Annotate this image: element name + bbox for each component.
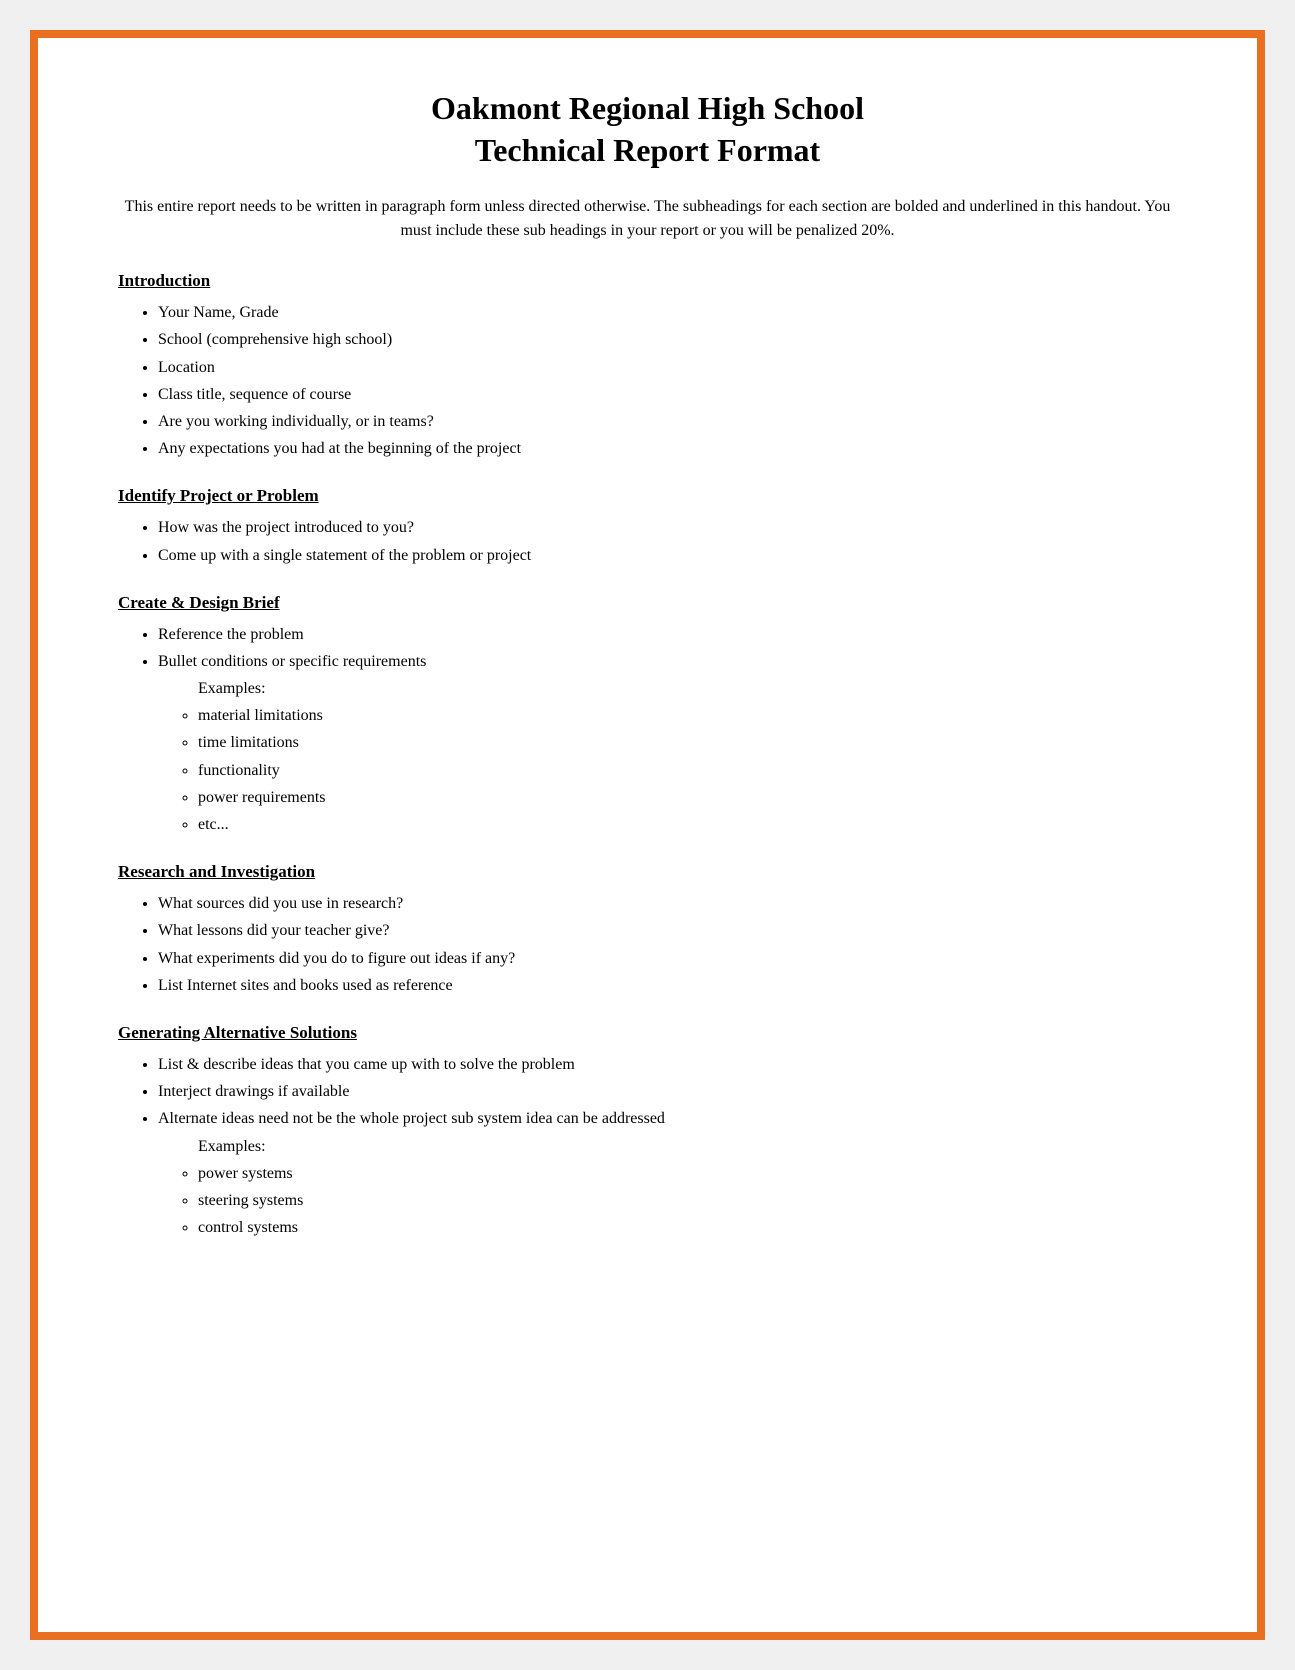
- introduction-list: Your Name, Grade School (comprehensive h…: [158, 299, 1177, 462]
- section-research: Research and Investigation What sources …: [118, 862, 1177, 999]
- list-item: Are you working individually, or in team…: [158, 408, 1177, 435]
- section-identify-project: Identify Project or Problem How was the …: [118, 486, 1177, 568]
- list-item: functionality: [198, 757, 1177, 784]
- section-introduction: Introduction Your Name, Grade School (co…: [118, 271, 1177, 462]
- section-design-brief: Create & Design Brief Reference the prob…: [118, 593, 1177, 839]
- list-item: material limitations: [198, 702, 1177, 729]
- examples-label-solutions: Examples:: [198, 1133, 1177, 1160]
- list-item: What sources did you use in research?: [158, 890, 1177, 917]
- list-item: What lessons did your teacher give?: [158, 917, 1177, 944]
- identify-list: How was the project introduced to you? C…: [158, 514, 1177, 568]
- list-item: Location: [158, 354, 1177, 381]
- section-generating-solutions: Generating Alternative Solutions List & …: [118, 1023, 1177, 1241]
- solutions-list: List & describe ideas that you came up w…: [158, 1051, 1177, 1241]
- page-border: Oakmont Regional High School Technical R…: [30, 30, 1265, 1640]
- list-item: School (comprehensive high school): [158, 326, 1177, 353]
- title-line1: Oakmont Regional High School: [431, 90, 864, 126]
- list-item: Reference the problem: [158, 621, 1177, 648]
- list-item: List Internet sites and books used as re…: [158, 972, 1177, 999]
- list-item: steering systems: [198, 1187, 1177, 1214]
- design-bullet-2: Bullet conditions or specific requiremen…: [158, 653, 426, 670]
- list-item: Class title, sequence of course: [158, 381, 1177, 408]
- design-list: Reference the problem Bullet conditions …: [158, 621, 1177, 839]
- research-list: What sources did you use in research? Wh…: [158, 890, 1177, 999]
- section-heading-identify: Identify Project or Problem: [118, 486, 1177, 506]
- page-title: Oakmont Regional High School Technical R…: [118, 88, 1177, 171]
- list-item: power systems: [198, 1160, 1177, 1187]
- list-item: power requirements: [198, 784, 1177, 811]
- list-item: etc...: [198, 811, 1177, 838]
- list-item: How was the project introduced to you?: [158, 514, 1177, 541]
- list-item: What experiments did you do to figure ou…: [158, 945, 1177, 972]
- section-heading-introduction: Introduction: [118, 271, 1177, 291]
- section-heading-solutions: Generating Alternative Solutions: [118, 1023, 1177, 1043]
- list-item: control systems: [198, 1214, 1177, 1241]
- list-item: Any expectations you had at the beginnin…: [158, 435, 1177, 462]
- solutions-sub-list: power systems steering systems control s…: [198, 1160, 1177, 1242]
- page-outer: Oakmont Regional High School Technical R…: [0, 0, 1295, 1670]
- solutions-bullet-3: Alternate ideas need not be the whole pr…: [158, 1110, 665, 1127]
- list-item: Alternate ideas need not be the whole pr…: [158, 1105, 1177, 1241]
- title-line2: Technical Report Format: [475, 132, 820, 168]
- list-item: Your Name, Grade: [158, 299, 1177, 326]
- list-item: Bullet conditions or specific requiremen…: [158, 648, 1177, 838]
- section-heading-research: Research and Investigation: [118, 862, 1177, 882]
- design-sub-list: material limitations time limitations fu…: [198, 702, 1177, 838]
- intro-paragraph: This entire report needs to be written i…: [118, 195, 1177, 243]
- list-item: time limitations: [198, 729, 1177, 756]
- list-item: Come up with a single statement of the p…: [158, 542, 1177, 569]
- list-item: Interject drawings if available: [158, 1078, 1177, 1105]
- examples-label-design: Examples:: [198, 675, 1177, 702]
- section-heading-design: Create & Design Brief: [118, 593, 1177, 613]
- list-item: List & describe ideas that you came up w…: [158, 1051, 1177, 1078]
